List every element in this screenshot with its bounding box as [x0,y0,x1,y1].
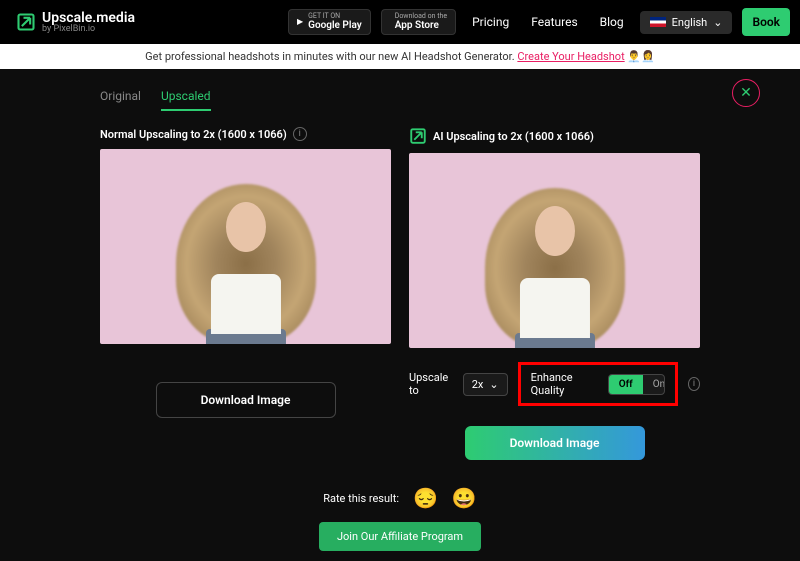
people-emoji: 👨‍💼👩‍💼 [627,50,654,63]
enhance-quality-highlight: Enhance Quality Off On [518,362,678,406]
ai-image-preview [409,153,700,348]
tab-upscaled[interactable]: Upscaled [161,89,211,111]
ai-controls: Upscale to 2x ⌄ Enhance Quality Off On i [409,358,700,410]
main-content: ✕ Original Upscaled Normal Upscaling to … [0,69,800,561]
info-icon[interactable]: i [293,127,307,141]
normal-panel-title: Normal Upscaling to 2x (1600 x 1066) [100,128,287,141]
logo[interactable]: Upscale.media by PixelBin.io [16,10,135,34]
promo-banner: Get professional headshots in minutes wi… [0,44,800,69]
language-selector[interactable]: English ⌄ [640,11,733,34]
book-button[interactable]: Book [742,8,790,36]
upscale-to-label: Upscale to [409,371,453,397]
normal-image-preview [100,149,391,344]
upscale-factor-select[interactable]: 2x ⌄ [463,373,508,396]
upscale-logo-icon [16,12,36,32]
header: Upscale.media by PixelBin.io ▶ GET IT ON… [0,0,800,44]
ai-panel-title: AI Upscaling to 2x (1600 x 1066) [433,130,594,143]
ai-upscale-panel: AI Upscaling to 2x (1600 x 1066) Upscale… [409,127,700,460]
comparison-view: Normal Upscaling to 2x (1600 x 1066) i D… [60,119,740,468]
enhance-quality-label: Enhance Quality [531,371,596,397]
app-store-badge[interactable]: Download on the App Store [381,9,456,36]
create-headshot-link[interactable]: Create Your Headshot [517,50,624,63]
close-icon: ✕ [740,85,752,101]
download-normal-button[interactable]: Download Image [156,382,336,418]
rating-label: Rate this result: [323,492,399,505]
rating-section: Rate this result: 😔 😀 [60,486,740,510]
download-ai-button[interactable]: Download Image [465,426,645,460]
tabs: Original Upscaled [60,79,740,119]
rate-sad-button[interactable]: 😔 [413,486,438,510]
uk-flag-icon [650,17,666,27]
enhance-quality-toggle[interactable]: Off On [608,374,665,395]
chevron-down-icon: ⌄ [713,16,722,29]
info-icon[interactable]: i [688,377,700,391]
rate-happy-button[interactable]: 😀 [452,486,477,510]
affiliate-button[interactable]: Join Our Affiliate Program [319,522,481,551]
nav-features[interactable]: Features [525,15,583,29]
close-button[interactable]: ✕ [732,79,760,107]
nav-pricing[interactable]: Pricing [466,15,515,29]
normal-upscale-panel: Normal Upscaling to 2x (1600 x 1066) i D… [100,127,391,460]
chevron-down-icon: ⌄ [489,378,498,391]
nav-blog[interactable]: Blog [594,15,630,29]
google-play-badge[interactable]: ▶ GET IT ON Google Play [288,9,371,36]
tab-original[interactable]: Original [100,89,141,111]
ai-upscale-icon [409,127,427,145]
google-play-icon: ▶ [297,18,303,27]
